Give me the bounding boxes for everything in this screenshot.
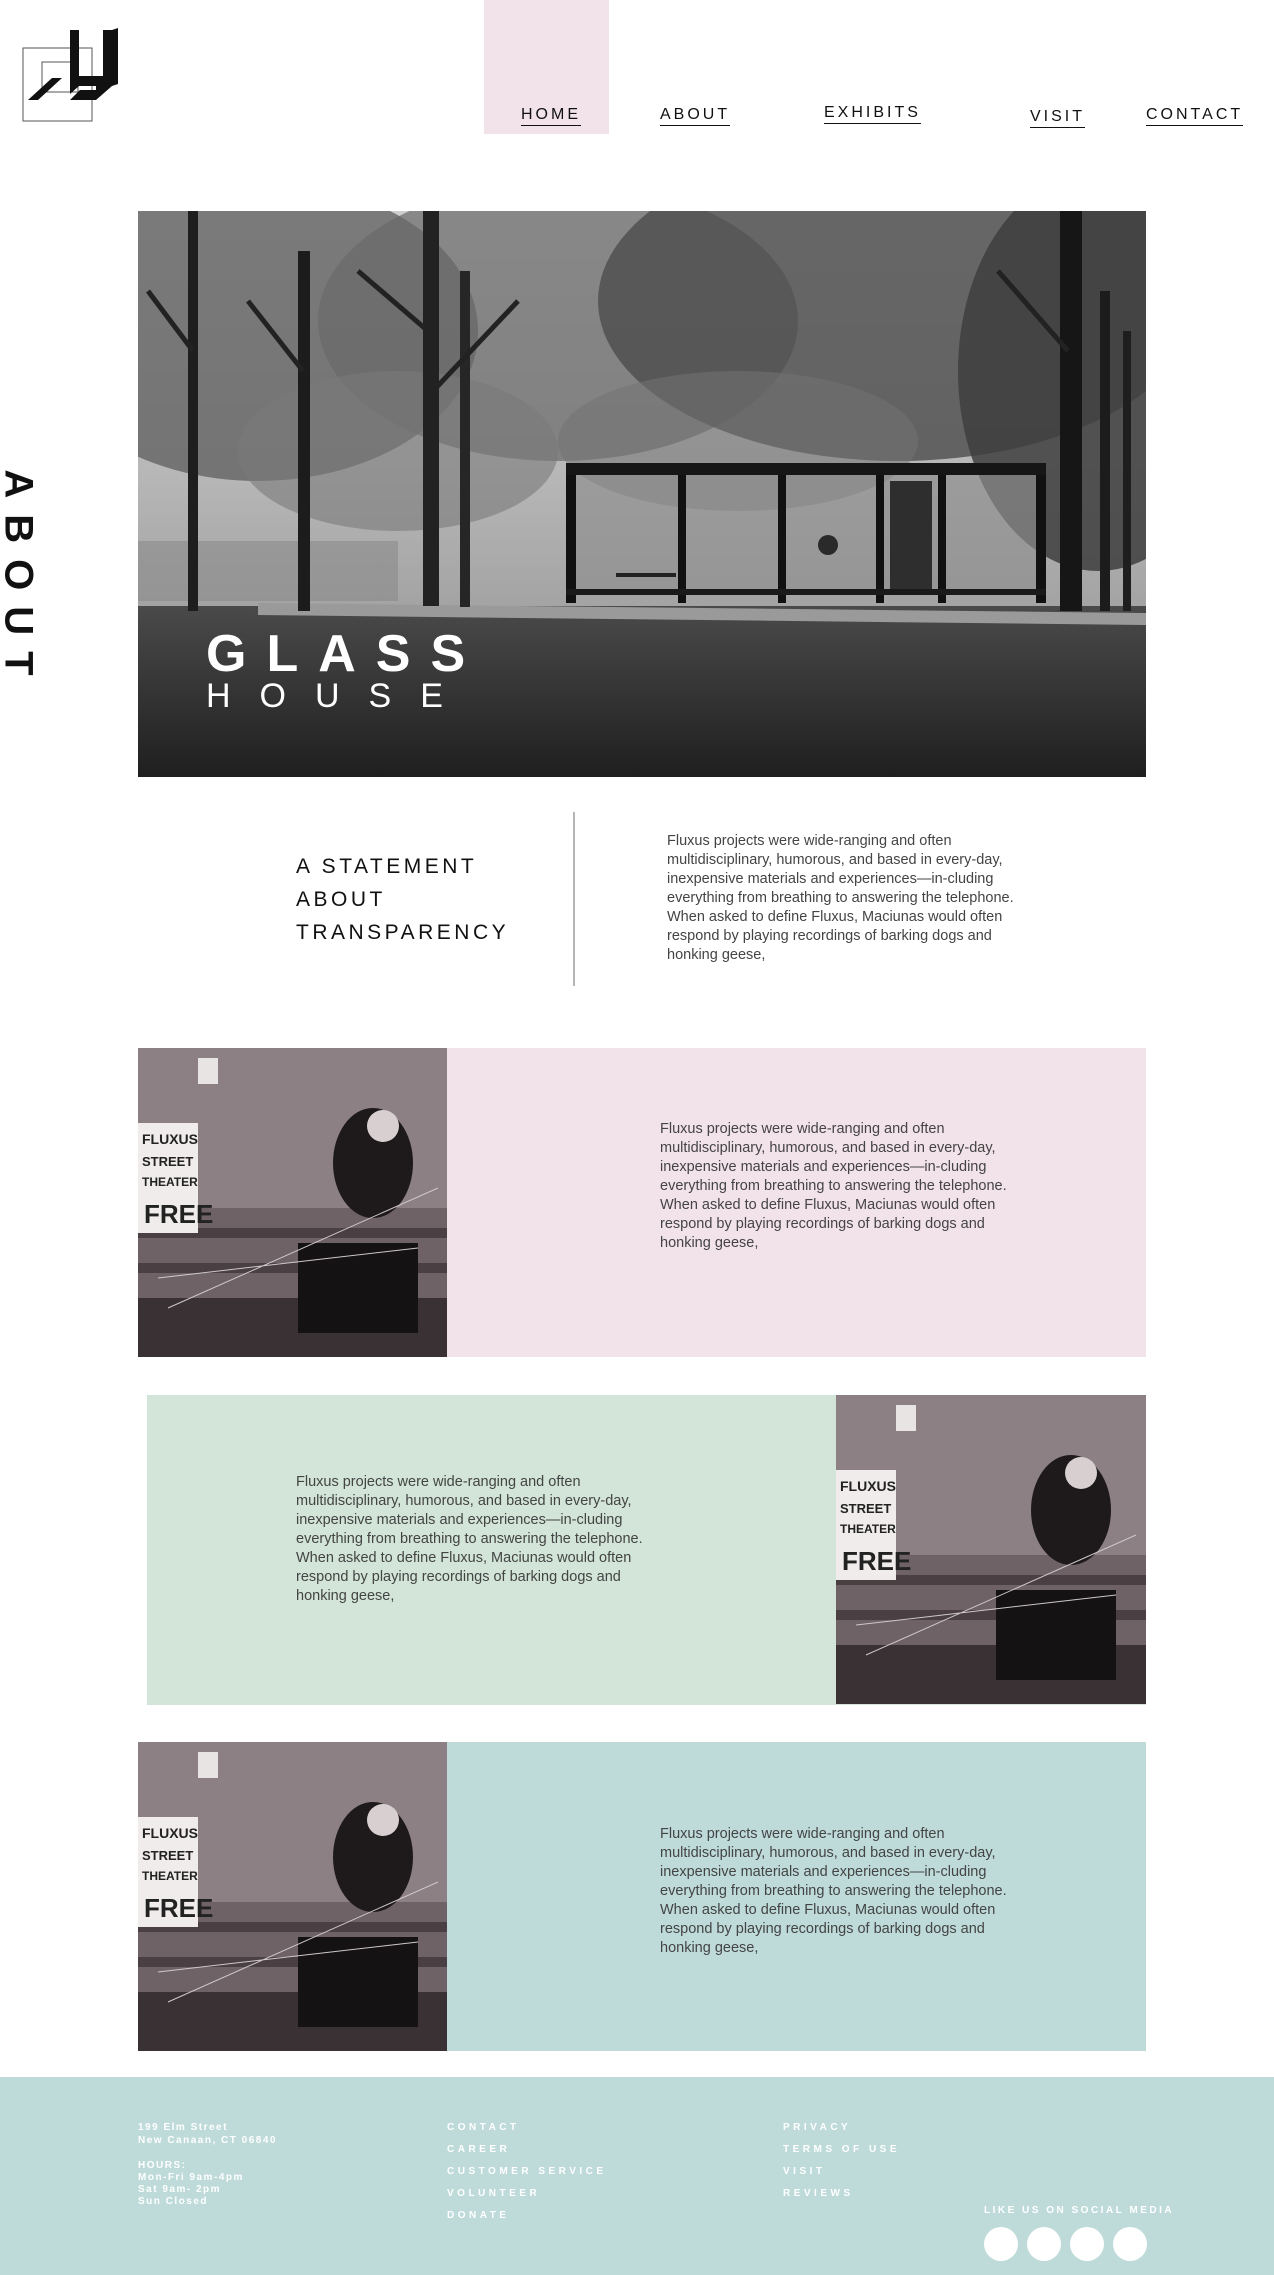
footer-address-line2: New Canaan, CT 06840: [138, 2135, 277, 2146]
feature-text: Fluxus projects were wide-ranging and of…: [296, 1474, 643, 1604]
sign-line: FLUXUS: [142, 1131, 198, 1147]
nav-exhibits[interactable]: EXHIBITS: [824, 104, 921, 124]
footer-link-visit[interactable]: VISIT: [783, 2166, 826, 2177]
sign-line: FLUXUS: [840, 1478, 896, 1494]
vertical-divider: [573, 812, 575, 986]
footer-link-contact[interactable]: CONTACT: [447, 2122, 520, 2133]
feature-text: Fluxus projects were wide-ranging and of…: [660, 1826, 1007, 1956]
social-icon[interactable]: [1027, 2227, 1061, 2261]
footer-link-career[interactable]: CAREER: [447, 2144, 510, 2155]
sign-line: FREE: [144, 1199, 213, 1229]
vertical-section-label-text: ABOUT: [0, 468, 41, 692]
footer-hours-label: HOURS:: [138, 2160, 187, 2171]
footer-address-line1: 199 Elm Street: [138, 2122, 228, 2133]
site-logo[interactable]: [22, 28, 134, 124]
fluxus-photo: FLUXUS STREET THEATER FREE: [836, 1395, 1146, 1704]
nav-contact[interactable]: CONTACT: [1146, 106, 1244, 126]
feature-block-teal: FLUXUS STREET THEATER FREE Fluxus projec…: [138, 1742, 1146, 2051]
feature-block-pink: FLUXUS STREET THEATER FREE Fluxus projec…: [138, 1048, 1146, 1357]
footer-link-volunteer[interactable]: VOLUNTEER: [447, 2188, 540, 2199]
hero-image: GLASS HOUSE: [138, 211, 1146, 777]
statement-heading: A STATEMENT ABOUT TRANSPARENCY: [296, 850, 556, 949]
footer-hours-line1: Mon-Fri 9am-4pm: [138, 2172, 244, 2183]
vertical-section-label: ABOUT: [0, 460, 41, 700]
nav-visit[interactable]: VISIT: [1030, 108, 1086, 128]
footer-link-privacy[interactable]: PRIVACY: [783, 2122, 851, 2133]
statement-heading-line: ABOUT: [296, 888, 386, 911]
social-icon[interactable]: [984, 2227, 1018, 2261]
footer-link-reviews[interactable]: REVIEWS: [783, 2188, 854, 2199]
footer-hours-line3: Sun Closed: [138, 2196, 209, 2207]
feature-text: Fluxus projects were wide-ranging and of…: [660, 1121, 1007, 1251]
fluxus-street-theater-image: FLUXUS STREET THEATER FREE: [138, 1742, 447, 2051]
sign-line: STREET: [142, 1848, 193, 1863]
statement-heading-line: TRANSPARENCY: [296, 921, 510, 944]
statement-heading-line: A STATEMENT: [296, 855, 478, 878]
nav-about[interactable]: ABOUT: [660, 106, 731, 126]
footer-social-label: LIKE US ON SOCIAL MEDIA: [984, 2205, 1175, 2216]
feature-block-green: Fluxus projects were wide-ranging and of…: [147, 1395, 1146, 1705]
footer-link-terms[interactable]: TERMS OF USE: [783, 2144, 900, 2155]
footer-link-customer-service[interactable]: CUSTOMER SERVICE: [447, 2166, 607, 2177]
statement-text: Fluxus projects were wide-ranging and of…: [667, 833, 1014, 963]
fluxus-photo: FLUXUS STREET THEATER FREE: [138, 1048, 447, 1357]
sign-line: THEATER: [142, 1869, 198, 1883]
sign-line: STREET: [840, 1501, 891, 1516]
hero-title-line1: GLASS: [206, 625, 486, 683]
hero-title-line2: HOUSE: [206, 677, 472, 715]
nav-home[interactable]: HOME: [521, 106, 581, 126]
fluxus-photo: FLUXUS STREET THEATER FREE: [138, 1742, 447, 2051]
sign-line: FREE: [144, 1893, 213, 1923]
social-icon[interactable]: [1113, 2227, 1147, 2261]
social-icon[interactable]: [1070, 2227, 1104, 2261]
footer-hours-line2: Sat 9am- 2pm: [138, 2184, 222, 2195]
sign-line: THEATER: [142, 1175, 198, 1189]
sign-line: FREE: [842, 1546, 911, 1576]
fluxus-street-theater-image: FLUXUS STREET THEATER FREE: [138, 1048, 447, 1357]
fluxus-street-theater-image: FLUXUS STREET THEATER FREE: [836, 1395, 1146, 1704]
sign-line: THEATER: [840, 1522, 896, 1536]
footer-link-donate[interactable]: DONATE: [447, 2210, 509, 2221]
sign-line: STREET: [142, 1154, 193, 1169]
sign-line: FLUXUS: [142, 1825, 198, 1841]
